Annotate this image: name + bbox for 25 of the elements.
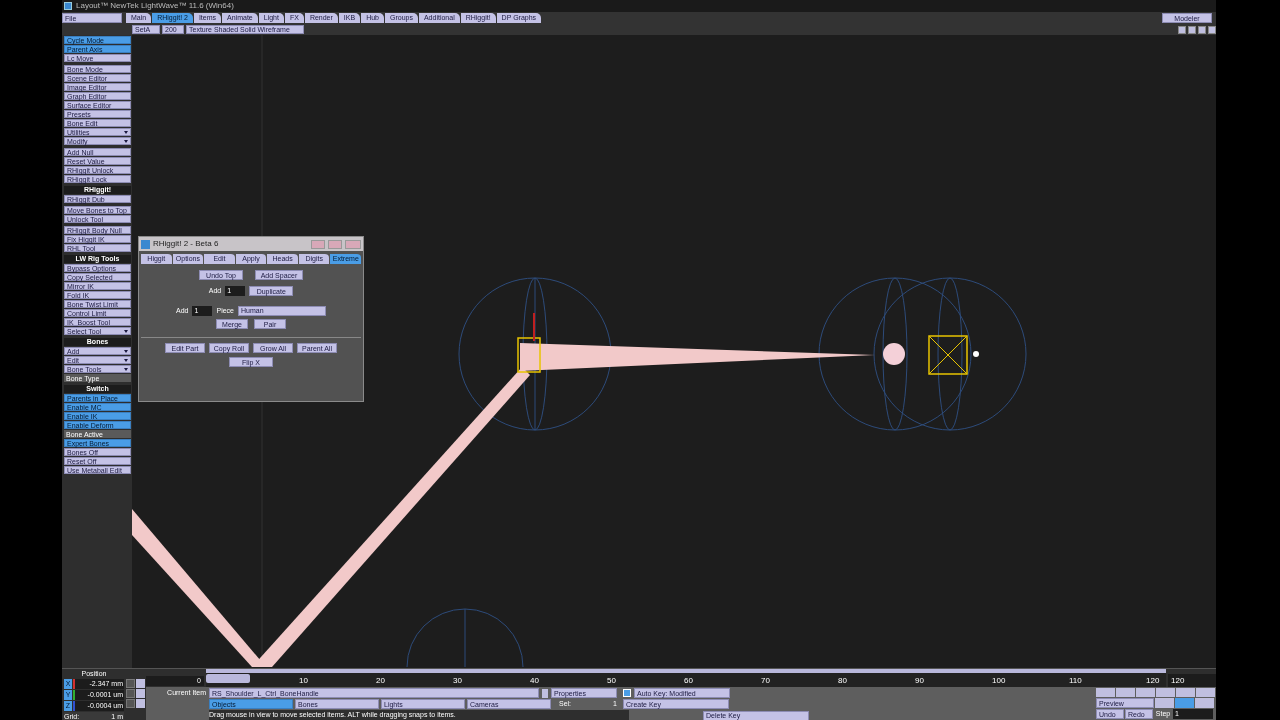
tick-label: 70 — [761, 675, 770, 687]
pivot-box — [517, 337, 541, 373]
timeline-ruler[interactable]: 10 20 30 40 50 60 70 80 90 100 110 120 — [206, 669, 1166, 687]
tick-label: 60 — [684, 675, 693, 687]
tick-label: 20 — [376, 675, 385, 687]
tick-label: 90 — [915, 675, 924, 687]
tick-label: 110 — [1069, 675, 1082, 687]
axis-line — [533, 312, 535, 342]
tick-label: 80 — [838, 675, 847, 687]
window-title: Layout™ NewTek LightWave™ 11.6 (Win64) — [76, 0, 234, 12]
tick-label: 50 — [607, 675, 616, 687]
checkbox[interactable] — [623, 689, 631, 697]
dialog-title: RHiggit! 2 - Beta 6 — [153, 238, 220, 250]
tick-label: 40 — [530, 675, 539, 687]
bone-joint — [883, 343, 905, 365]
bone-tip — [973, 351, 979, 357]
end-frame-field[interactable]: 120 — [1168, 674, 1216, 687]
pivot-box — [928, 335, 968, 375]
tick-label: 30 — [453, 675, 462, 687]
tick-label: 120 — [1146, 675, 1160, 687]
app-icon — [64, 2, 72, 10]
window-icon — [141, 239, 150, 249]
tick-label: 10 — [299, 675, 308, 687]
frame-slider[interactable] — [206, 674, 250, 683]
tick-label: 100 — [992, 675, 1006, 687]
